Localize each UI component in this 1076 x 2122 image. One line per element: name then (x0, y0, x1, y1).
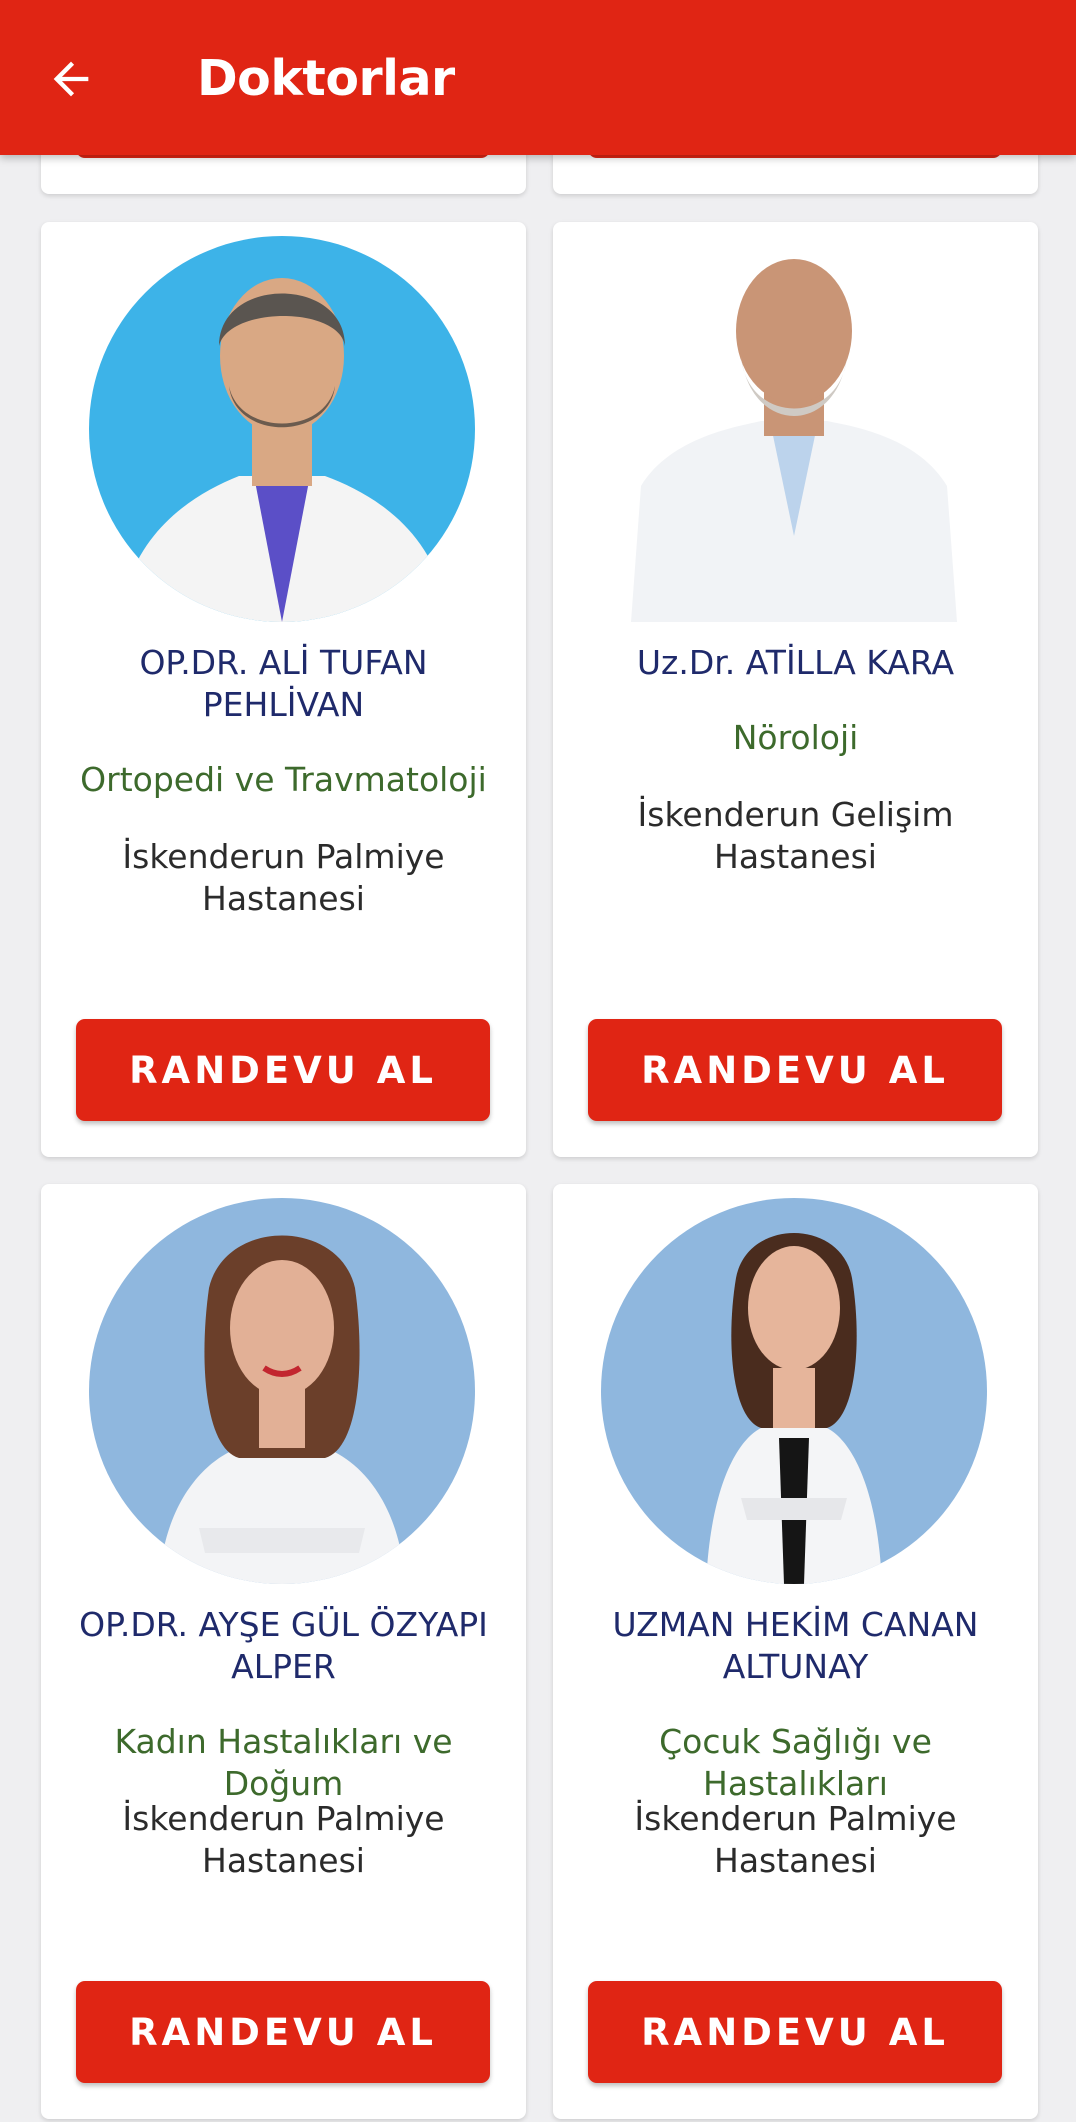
doctor-card: Uz.Dr. ATİLLA KARA Nöroloji İskenderun G… (553, 222, 1038, 1157)
doctor-department: Çocuk Sağlığı ve Hastalıkları (659, 1722, 932, 1803)
doctor-photo (89, 1198, 475, 1584)
doctor-photo (601, 1198, 987, 1584)
book-appointment-button[interactable]: RANDEVU AL (588, 1981, 1002, 2083)
book-appointment-button[interactable]: RANDEVU AL (76, 1981, 490, 2083)
app-bar: Doktorlar (0, 0, 1076, 155)
book-appointment-button[interactable]: RANDEVU AL (76, 1019, 490, 1121)
doctor-name: OP.DR. ALİ TUFAN PEHLİVAN (139, 643, 428, 724)
doctor-card: OP.DR. ALİ TUFAN PEHLİVAN Ortopedi ve Tr… (41, 222, 526, 1157)
doctor-photo (601, 236, 987, 622)
doctor-hospital: İskenderun Palmiye Hastanesi (634, 1799, 957, 1880)
page-title: Doktorlar (197, 50, 455, 107)
doctor-hospital: İskenderun Palmiye Hastanesi (122, 837, 445, 918)
doctor-name: Uz.Dr. ATİLLA KARA (636, 643, 955, 682)
book-appointment-button[interactable]: RANDEVU AL (588, 1019, 1002, 1121)
doctor-department: Ortopedi ve Travmatoloji (80, 760, 487, 799)
arrow-left-icon (53, 61, 89, 97)
doctor-hospital: İskenderun Gelişim Hastanesi (637, 795, 954, 876)
doctor-department: Nöroloji (732, 718, 859, 757)
doctor-card: OP.DR. AYŞE GÜL ÖZYAPI ALPER Kadın Hasta… (41, 1184, 526, 2119)
doctor-hospital: İskenderun Palmiye Hastanesi (122, 1799, 445, 1880)
doctor-card: UZMAN HEKİM CANAN ALTUNAY Çocuk Sağlığı … (553, 1184, 1038, 2119)
doctor-photo (89, 236, 475, 622)
back-button[interactable] (36, 44, 106, 114)
doctor-name: UZMAN HEKİM CANAN ALTUNAY (612, 1605, 979, 1686)
doctor-name: OP.DR. AYŞE GÜL ÖZYAPI ALPER (79, 1605, 488, 1686)
doctor-department: Kadın Hastalıkları ve Doğum (114, 1722, 453, 1803)
